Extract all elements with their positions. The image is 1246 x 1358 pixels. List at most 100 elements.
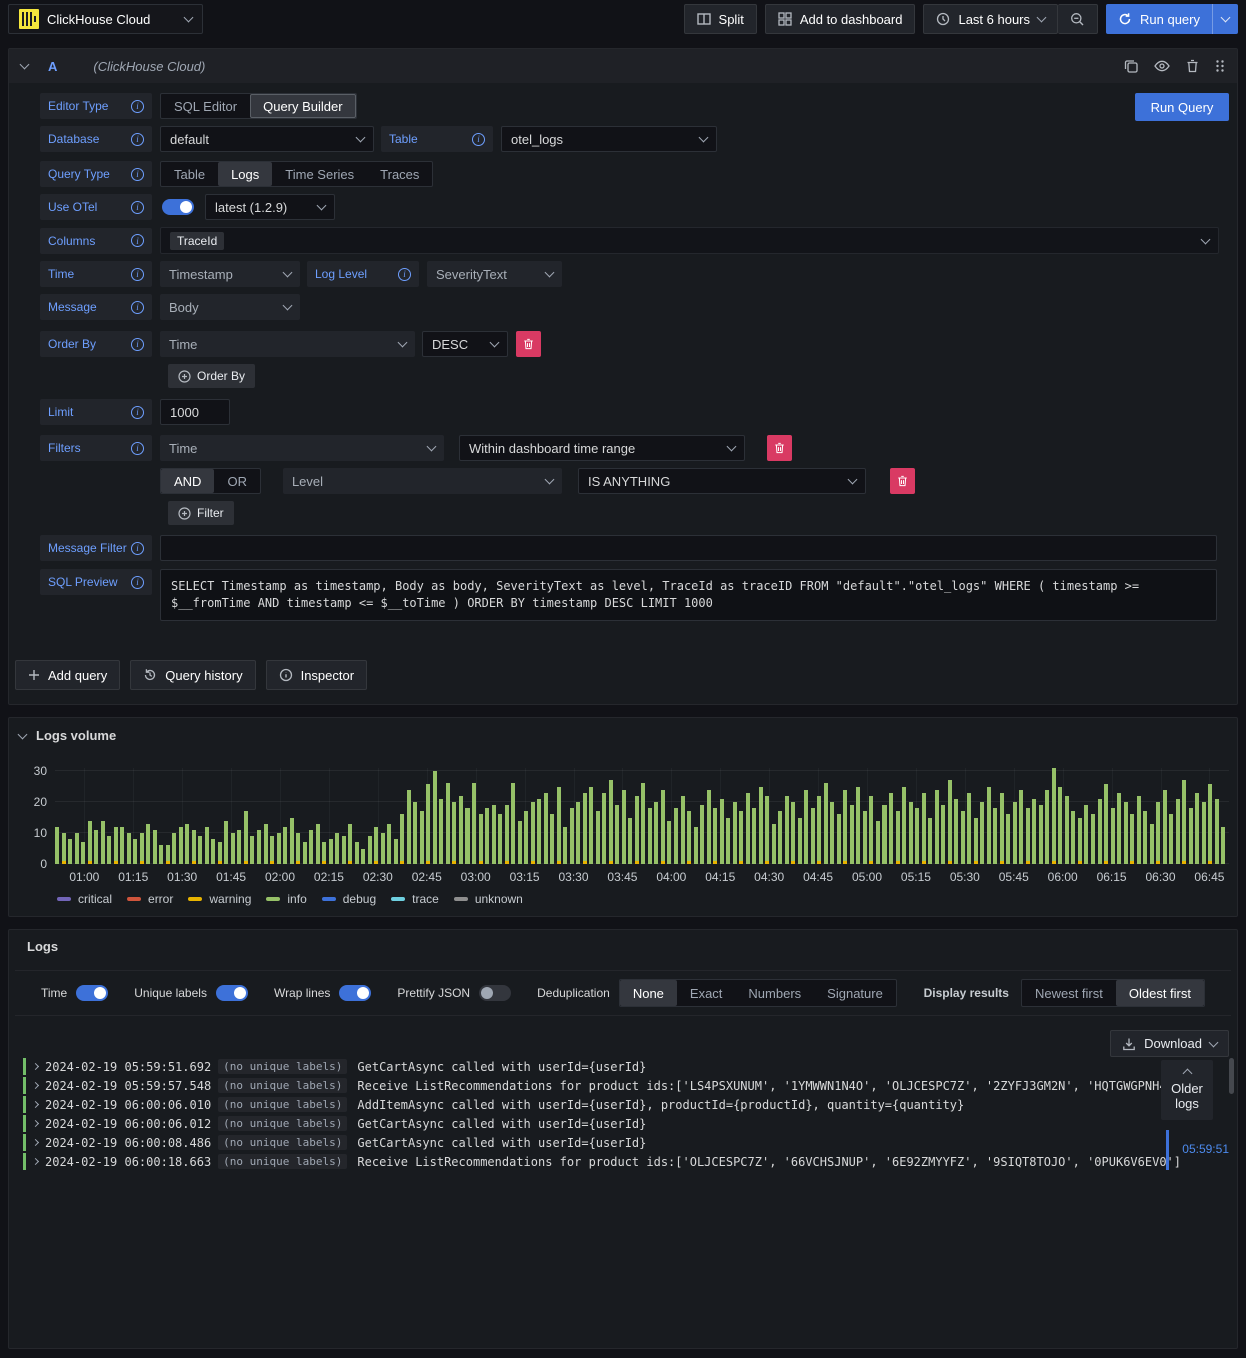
editor-run-query-button[interactable]: Run Query [1135,93,1229,121]
filter-field-select[interactable]: Time [160,435,444,461]
split-button[interactable]: Split [683,4,757,34]
logs-scrollbar[interactable] [1229,1058,1234,1094]
expand-chevron-icon[interactable] [31,1157,40,1166]
volume-bar [797,817,802,864]
volume-bar [530,802,535,864]
legend-item[interactable]: unknown [453,892,523,906]
option-numbers[interactable]: Numbers [735,980,814,1006]
columns-multiselect[interactable]: TraceId [160,227,1219,254]
logs-volume-panel: Logs volume 0 10 20 30 01:00 01:15 01:30 01:45… [8,717,1238,917]
add-to-dashboard-button[interactable]: Add to dashboard [764,4,916,34]
log-row[interactable]: 2024-02-19 06:00:08.486 (no unique labels… [15,1134,1221,1151]
message-filter-input[interactable] [160,535,1217,561]
add-filter-button[interactable]: Filter [168,501,234,525]
expand-chevron-icon[interactable] [31,1138,40,1147]
order-by-field-select[interactable]: Time [160,331,415,357]
drag-handle-icon[interactable] [1215,59,1225,73]
volume-bar [999,792,1004,864]
prettify-json-toggle-label: Prettify JSON [397,986,471,1000]
limit-input[interactable]: 1000 [160,399,230,425]
unique-labels-toggle[interactable] [215,985,248,1001]
volume-bar [361,848,366,864]
option-signature[interactable]: Signature [814,980,896,1006]
option-time-series[interactable]: Time Series [272,162,367,186]
option-logs[interactable]: Logs [218,162,273,186]
log-row[interactable]: 2024-02-19 06:00:06.012 (no unique labels… [15,1115,1221,1132]
log-row[interactable]: 2024-02-19 06:00:06.010 (no unique labels… [15,1096,1221,1113]
logs-options-bar: Time Unique labels Wrap lines Prettify J… [15,970,1231,1016]
remove-filter-button[interactable] [767,435,792,461]
legend-color [57,897,71,901]
expand-chevron-icon[interactable] [31,1062,40,1071]
log-row[interactable]: 2024-02-19 05:59:57.548 (no unique labels… [15,1077,1221,1094]
otel-version-select[interactable]: latest (1.2.9) [205,194,335,220]
option-and[interactable]: AND [161,469,215,493]
prettify-json-toggle[interactable] [479,985,512,1001]
option-or[interactable]: OR [214,469,260,493]
logs-volume-header[interactable]: Logs volume [9,718,1237,743]
log-row[interactable]: 2024-02-19 06:00:18.663 (no unique labels… [15,1153,1221,1170]
delete-query-trash-icon[interactable] [1186,59,1199,73]
x-tick-label: 06:15 [1096,870,1127,884]
expand-chevron-icon[interactable] [31,1100,40,1109]
option-oldest-first[interactable]: Oldest first [1115,980,1204,1006]
option-query-builder[interactable]: Query Builder [250,94,356,118]
filter-level-field-select[interactable]: Level [282,468,562,494]
time-column-select[interactable]: Timestamp [160,261,300,287]
legend-item[interactable]: error [127,892,173,906]
time-toggle[interactable] [76,985,109,1001]
volume-bar [706,789,711,864]
log-level-column-select[interactable]: SeverityText [427,261,562,287]
filter-operator-select[interactable]: Within dashboard time range [459,435,745,461]
option-traces[interactable]: Traces [367,162,432,186]
table-select[interactable]: otel_logs [501,126,717,152]
option-table[interactable]: Table [161,162,218,186]
option-newest-first[interactable]: Newest first [1022,980,1116,1006]
database-select[interactable]: default [160,126,374,152]
legend-item[interactable]: critical [57,892,112,906]
datasource-picker[interactable]: ClickHouse Cloud [8,4,203,34]
option-sql-editor[interactable]: SQL Editor [161,94,250,118]
filter-level-operator-select[interactable]: IS ANYTHING [577,468,866,494]
time-range-picker[interactable]: Last 6 hours [923,4,1059,34]
option-none[interactable]: None [619,980,677,1006]
legend-item[interactable]: debug [321,892,376,906]
order-direction-select[interactable]: DESC [422,331,508,357]
volume-bar [915,808,920,864]
run-query-options-caret[interactable] [1212,4,1238,34]
use-otel-toggle[interactable] [162,199,194,215]
remove-order-by-button[interactable] [516,331,541,357]
expand-chevron-icon[interactable] [31,1081,40,1090]
volume-bar [367,836,372,864]
volume-bar [217,842,222,864]
legend-item[interactable]: warning [188,892,251,906]
option-exact[interactable]: Exact [677,980,736,1006]
query-history-button[interactable]: Query history [130,660,256,690]
legend-item[interactable]: info [266,892,307,906]
wrap-lines-toggle[interactable] [339,985,372,1001]
volume-bar [152,829,157,864]
add-order-by-button[interactable]: Order By [168,364,256,388]
expand-chevron-icon[interactable] [31,1119,40,1128]
older-logs-button[interactable]: Older logs [1161,1060,1213,1120]
query-header[interactable]: A (ClickHouse Cloud) [9,49,1237,83]
message-column-select[interactable]: Body [160,294,300,320]
field-label-use-otel: Use OTel i [40,194,152,220]
run-query-button[interactable]: Run query [1106,4,1238,34]
toggle-visibility-eye-icon[interactable] [1154,60,1170,72]
duplicate-query-icon[interactable] [1124,59,1138,73]
volume-bar [289,817,294,864]
collapse-chevron-icon[interactable] [19,59,30,70]
log-row[interactable]: 2024-02-19 05:59:51.692 (no unique labels… [15,1058,1221,1075]
volume-bar [419,811,424,864]
legend-item[interactable]: trace [391,892,439,906]
download-button[interactable]: Download [1110,1030,1229,1057]
remove-level-filter-button[interactable] [889,468,915,494]
panel-collapse-icon[interactable] [17,729,28,739]
zoom-out-button[interactable] [1058,4,1099,34]
column-tag-traceid[interactable]: TraceId [170,231,225,250]
inspector-button[interactable]: Inspector [265,660,368,690]
run-query-main[interactable]: Run query [1106,4,1212,34]
volume-bar [830,802,835,864]
add-query-button[interactable]: Add query [15,660,121,690]
